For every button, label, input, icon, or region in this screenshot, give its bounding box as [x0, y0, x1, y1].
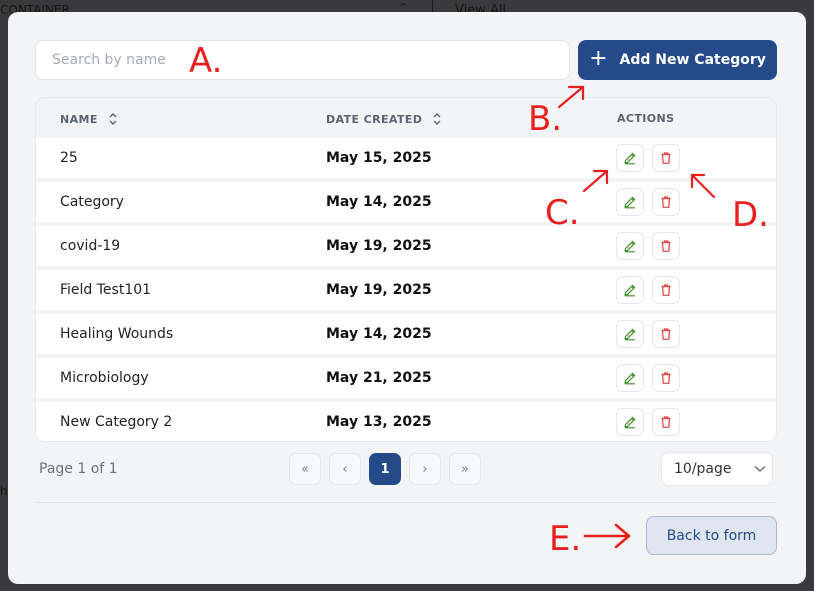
column-header-name[interactable]: NAME	[60, 112, 118, 126]
annotation-c: C.	[545, 193, 580, 233]
column-header-date-created[interactable]: DATE CREATED	[326, 112, 442, 126]
sort-icon[interactable]	[432, 112, 442, 126]
pencil-icon	[624, 152, 636, 165]
search-input[interactable]	[35, 40, 570, 80]
add-new-category-button[interactable]: + Add New Category	[578, 40, 777, 80]
page-indicator: Page 1 of 1	[39, 461, 118, 477]
trash-icon	[661, 240, 671, 252]
date-created: May 13, 2025	[326, 414, 432, 430]
add-new-category-label: Add New Category	[619, 52, 766, 68]
table-row: Microbiology May 21, 2025	[36, 358, 776, 398]
date-created: May 14, 2025	[326, 326, 432, 342]
date-created: May 19, 2025	[326, 282, 432, 298]
edit-button[interactable]	[616, 232, 644, 260]
sort-icon[interactable]	[108, 112, 118, 126]
edit-button[interactable]	[616, 408, 644, 436]
chevron-down-icon	[754, 461, 766, 477]
page-size-select[interactable]: 10/page	[661, 452, 773, 486]
back-to-form-button[interactable]: Back to form	[646, 516, 777, 555]
next-page-button[interactable]: ›	[409, 453, 441, 485]
background-text-fragment: h	[0, 484, 8, 498]
category-name: Field Test101	[60, 282, 152, 298]
delete-button[interactable]	[652, 144, 680, 172]
column-header-date-label: DATE CREATED	[326, 112, 423, 126]
category-name: Healing Wounds	[60, 326, 174, 342]
last-page-button[interactable]: »	[449, 453, 481, 485]
footer-divider	[35, 502, 777, 503]
category-name: covid-19	[60, 238, 121, 254]
pencil-icon	[624, 372, 636, 385]
table-header: NAME DATE CREATED ACTIONS	[36, 98, 776, 138]
delete-button[interactable]	[652, 188, 680, 216]
trash-icon	[661, 196, 671, 208]
category-name: Category	[60, 194, 124, 210]
category-modal: + Add New Category NAME DATE CREATED ACT…	[8, 12, 806, 584]
pencil-icon	[624, 240, 636, 253]
annotation-arrow-b	[557, 85, 585, 109]
category-name: 25	[60, 150, 78, 166]
delete-button[interactable]	[652, 276, 680, 304]
table-row: Field Test101 May 19, 2025	[36, 270, 776, 310]
delete-button[interactable]	[652, 320, 680, 348]
trash-icon	[661, 372, 671, 384]
date-created: May 14, 2025	[326, 194, 432, 210]
annotation-arrow-d	[690, 173, 716, 199]
background-divider	[432, 0, 433, 12]
edit-button[interactable]	[616, 144, 644, 172]
pencil-icon	[624, 416, 636, 429]
column-header-actions-label: ACTIONS	[617, 112, 675, 125]
annotation-d: D.	[732, 195, 769, 235]
annotation-arrow-c	[582, 169, 609, 193]
pencil-icon	[624, 284, 636, 297]
trash-icon	[661, 328, 671, 340]
table-row: New Category 2 May 13, 2025	[36, 402, 776, 441]
category-name: New Category 2	[60, 414, 173, 430]
pencil-icon	[624, 328, 636, 341]
previous-page-button[interactable]: ‹	[329, 453, 361, 485]
delete-button[interactable]	[652, 408, 680, 436]
table-row: Category May 14, 2025	[36, 182, 776, 222]
delete-button[interactable]	[652, 232, 680, 260]
table-row: Healing Wounds May 14, 2025	[36, 314, 776, 354]
trash-icon	[661, 284, 671, 296]
current-page-button[interactable]: 1	[369, 453, 401, 485]
category-table: NAME DATE CREATED ACTIONS 25 May 15, 2025…	[35, 97, 777, 442]
date-created: May 21, 2025	[326, 370, 432, 386]
date-created: May 15, 2025	[326, 150, 432, 166]
category-name: Microbiology	[60, 370, 149, 386]
edit-button[interactable]	[616, 188, 644, 216]
annotation-e: E.	[549, 519, 582, 559]
annotation-a: A.	[189, 41, 223, 81]
table-row: covid-19 May 19, 2025	[36, 226, 776, 266]
trash-icon	[661, 416, 671, 428]
column-header-actions: ACTIONS	[617, 112, 674, 125]
first-page-button[interactable]: «	[289, 453, 321, 485]
delete-button[interactable]	[652, 364, 680, 392]
column-header-name-label: NAME	[60, 112, 98, 126]
annotation-arrow-e	[583, 523, 631, 549]
edit-button[interactable]	[616, 364, 644, 392]
plus-icon: +	[589, 46, 608, 71]
date-created: May 19, 2025	[326, 238, 432, 254]
edit-button[interactable]	[616, 276, 644, 304]
edit-button[interactable]	[616, 320, 644, 348]
page-size-value: 10/page	[674, 461, 732, 477]
pencil-icon	[624, 196, 636, 209]
trash-icon	[661, 152, 671, 164]
table-row: 25 May 15, 2025	[36, 138, 776, 178]
